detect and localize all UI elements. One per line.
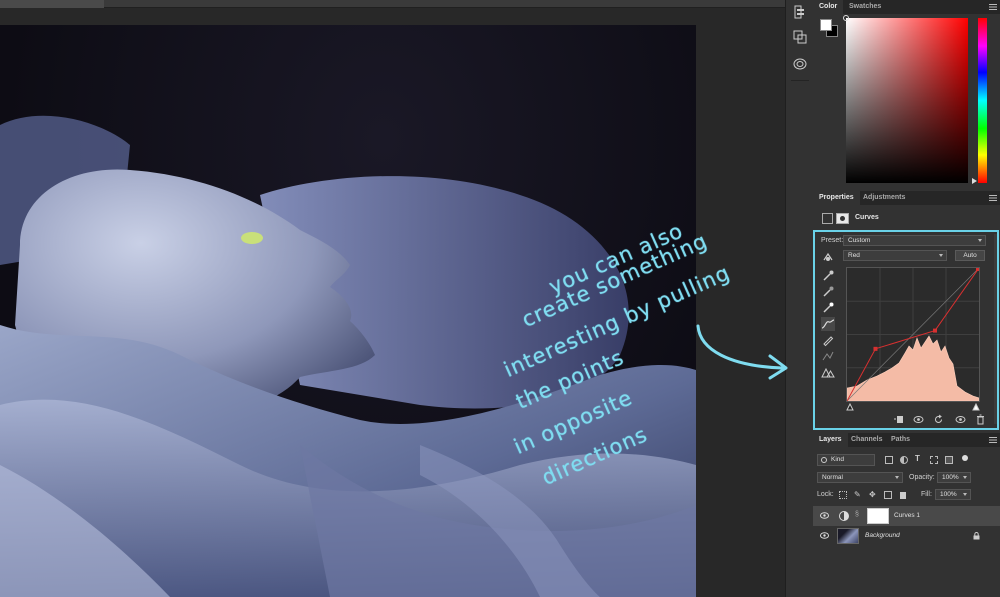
layer-row-background[interactable]: Background: [813, 526, 1000, 546]
fill-input[interactable]: 100%: [935, 489, 971, 500]
opacity-label: Opacity:: [909, 474, 935, 481]
layer-mask-icon[interactable]: [836, 213, 849, 224]
mask-eye: [241, 232, 263, 244]
layers-panel-tabs: Layers Channels Paths: [813, 433, 1000, 447]
canvas-image[interactable]: [0, 25, 696, 597]
strip-divider: [791, 80, 809, 81]
blend-mode-value: Normal: [822, 474, 843, 481]
tab-layers[interactable]: Layers: [813, 433, 848, 447]
hue-slider[interactable]: [978, 18, 987, 183]
properties-title: Curves: [855, 214, 879, 221]
lock-transparency-icon[interactable]: [839, 491, 847, 499]
panel-icon-strip: [785, 0, 813, 597]
layer-row-curves[interactable]: § Curves 1: [813, 506, 1000, 526]
curves-adjustment-icon: [822, 213, 833, 224]
properties-panel-tabs: Properties Adjustments: [813, 191, 1000, 205]
chain-link-icon[interactable]: §: [855, 511, 865, 527]
filter-toggle-icon[interactable]: [962, 455, 968, 461]
tab-properties[interactable]: Properties: [813, 191, 860, 205]
layer-kind-filter[interactable]: Kind: [817, 454, 875, 466]
layer-mask-thumbnail[interactable]: [867, 508, 889, 524]
chevron-down-icon: [895, 476, 899, 479]
foreground-color-swatch[interactable]: [820, 19, 832, 31]
curves-highlight-box: [813, 230, 999, 430]
lock-fill-row: Lock: ✎ ✥ Fill: 100%: [817, 489, 995, 502]
history-icon[interactable]: [790, 2, 810, 22]
layer-comps-icon[interactable]: [790, 27, 810, 47]
fill-label: Fill:: [921, 491, 932, 498]
opacity-value: 100%: [942, 474, 959, 481]
type-filter-icon[interactable]: T: [915, 455, 923, 463]
hue-slider-handle[interactable]: [972, 178, 977, 184]
right-panels: Color Swatches Properties Adjustments Cu…: [813, 0, 1000, 597]
pixel-filter-icon[interactable]: [885, 456, 893, 464]
tab-channels[interactable]: Channels: [845, 433, 889, 447]
opacity-input[interactable]: 100%: [937, 472, 971, 483]
tab-swatches[interactable]: Swatches: [843, 0, 887, 14]
shape-filter-icon[interactable]: [930, 456, 938, 464]
curves-adjustment-thumbnail: [837, 508, 851, 524]
kind-label: Kind: [831, 456, 845, 463]
layer-name-background[interactable]: Background: [865, 532, 900, 539]
chevron-down-icon: [963, 476, 967, 479]
tab-adjustments[interactable]: Adjustments: [857, 191, 911, 205]
adjustment-filter-icon[interactable]: [900, 456, 908, 464]
annotation-arrow-icon: [696, 324, 788, 380]
lock-artboard-icon[interactable]: [884, 491, 892, 499]
color-picker-marker[interactable]: [843, 15, 849, 21]
color-picker-field[interactable]: [846, 18, 968, 183]
document-tab-bar: [0, 0, 785, 8]
color-panel-menu-icon[interactable]: [989, 4, 997, 10]
lock-position-icon[interactable]: ✥: [869, 491, 877, 499]
search-icon: [821, 457, 827, 463]
properties-header: Curves: [813, 206, 1000, 228]
layer-name-curves[interactable]: Curves 1: [894, 512, 920, 519]
document-tab[interactable]: [0, 0, 104, 8]
lock-icon: [973, 532, 980, 540]
blend-mode-select[interactable]: Normal: [817, 472, 903, 483]
visibility-eye-icon[interactable]: [820, 532, 829, 539]
fill-value: 100%: [940, 491, 957, 498]
properties-panel-menu-icon[interactable]: [989, 195, 997, 201]
lock-all-icon[interactable]: [900, 492, 906, 499]
tab-paths[interactable]: Paths: [885, 433, 916, 447]
background-layer-thumbnail: [837, 528, 859, 544]
libraries-icon[interactable]: [790, 54, 810, 74]
blend-opacity-row: Normal Opacity: 100%: [817, 472, 995, 485]
photo-illustration: [0, 115, 696, 597]
tab-color[interactable]: Color: [813, 0, 844, 14]
lock-pixels-icon[interactable]: ✎: [854, 491, 862, 499]
chevron-down-icon: [963, 493, 967, 496]
layers-panel-menu-icon[interactable]: [989, 437, 997, 443]
lock-label: Lock:: [817, 491, 834, 498]
smart-object-filter-icon[interactable]: [945, 456, 953, 464]
layer-filter-bar: Kind T: [813, 452, 1000, 468]
visibility-eye-icon[interactable]: [820, 512, 829, 519]
color-panel-tabs: Color Swatches: [813, 0, 1000, 14]
photoshop-window: Color Swatches Properties Adjustments Cu…: [0, 0, 1000, 597]
